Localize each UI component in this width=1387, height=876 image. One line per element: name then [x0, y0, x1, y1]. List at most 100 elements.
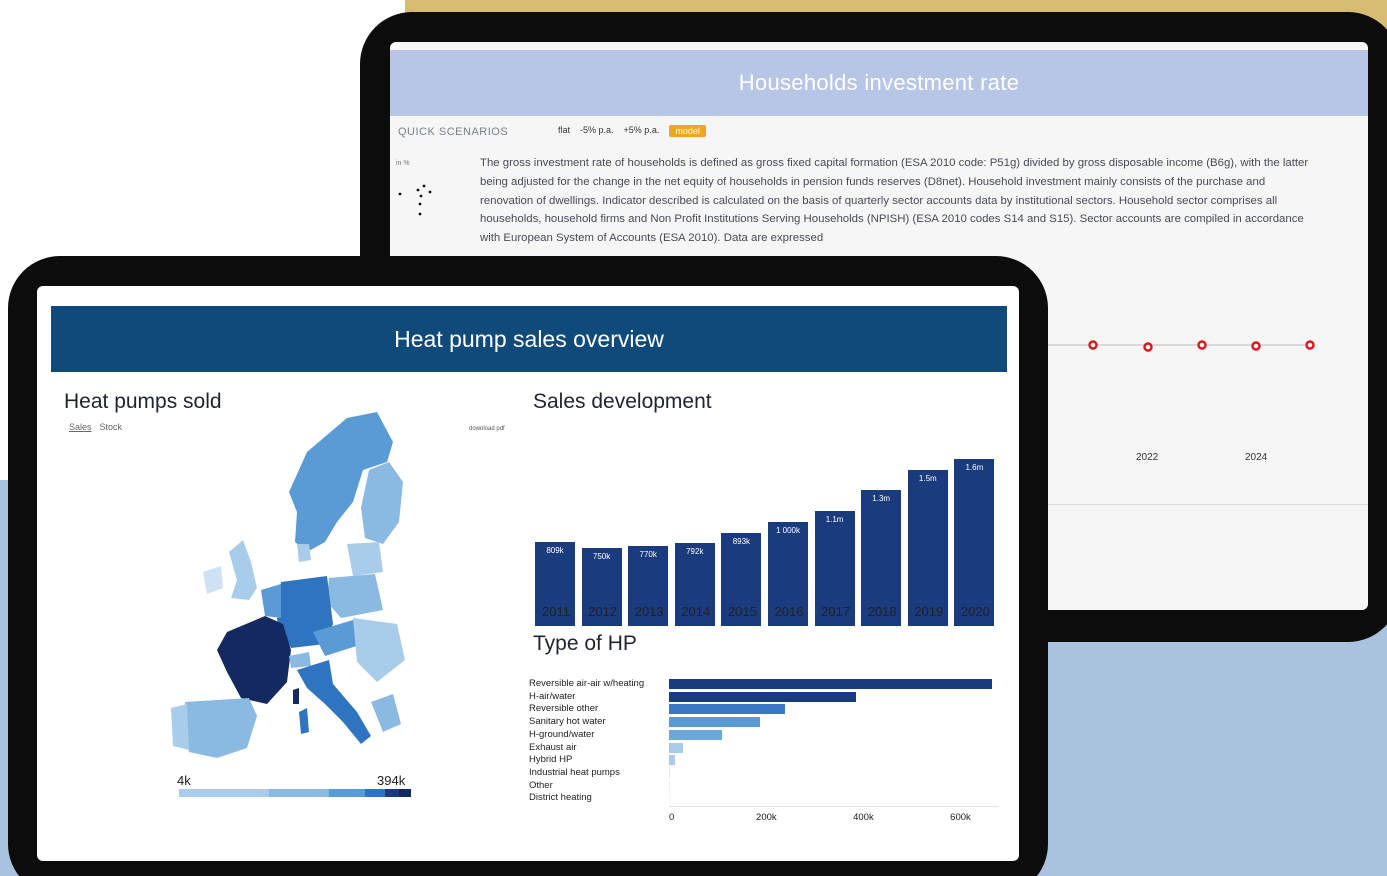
hp-type-bar[interactable] [669, 780, 670, 791]
hp-type-label: District heating [529, 792, 592, 804]
hp-x-tick-label: 400k [853, 812, 874, 823]
sales-year-label: 2020 [960, 604, 990, 619]
map-region-portugal [171, 704, 189, 750]
tab-sales[interactable]: Sales [69, 422, 92, 432]
sales-year-label: 2017 [821, 604, 851, 619]
sales-bar-value-label: 1.5m [918, 474, 937, 483]
sales-bar-value-label: 1.6m [965, 463, 984, 472]
hp-type-bar[interactable] [669, 679, 992, 689]
hp-type-label: Industrial heat pumps [529, 766, 620, 778]
map-region-spain [185, 698, 257, 758]
indicator-description: The gross investment rate of households … [480, 157, 1309, 245]
europe-choropleth-map[interactable] [157, 412, 417, 762]
line-point [1143, 342, 1153, 352]
sales-bar-value-label: 1.1m [825, 515, 844, 524]
sales-bar-value-label: 750k [592, 552, 611, 561]
legend-swatch [179, 789, 269, 797]
sales-bar-value-label: 809k [546, 546, 564, 555]
sales-bar-value-label: 770k [639, 550, 657, 559]
scenario-plus5-button[interactable]: +5% p.a. [624, 125, 660, 137]
hp-type-bar[interactable] [669, 742, 683, 753]
hp-x-tick-label: 0 [669, 812, 675, 823]
map-region-switzerland [289, 652, 311, 668]
hp-type-bar[interactable] [669, 691, 856, 702]
mini-chart-unit: in % [396, 160, 410, 167]
hp-type-label: Other [529, 779, 553, 791]
sales-bar[interactable]: 1.6m [954, 459, 995, 626]
line-point [1088, 340, 1098, 350]
scenario-model-button[interactable]: model [669, 125, 706, 137]
hp-type-bar[interactable] [669, 729, 722, 740]
axis-year-label: 2022 [1136, 452, 1159, 463]
hp-type-label: Reversible air-air w/heating [529, 678, 645, 689]
hp-type-chart-title: Type of HP [533, 632, 637, 655]
sales-year-label: 2012 [588, 604, 618, 619]
sales-year-label: 2013 [634, 604, 664, 619]
tablet-front-screen: Heat pump sales overview Heat pumps sold… [37, 286, 1019, 861]
download-pdf-link[interactable]: download pdf [469, 426, 505, 432]
map-region-baltics [347, 542, 383, 576]
hp-type-bar[interactable] [669, 767, 670, 778]
map-region-france [217, 616, 291, 704]
sales-year-label: 2014 [681, 604, 711, 619]
hp-type-x-axis [669, 806, 999, 807]
sales-bar-value-label: 792k [686, 547, 704, 556]
sales-year-label: 2019 [914, 604, 944, 619]
hp-type-bar[interactable] [669, 704, 785, 715]
hp-type-bar[interactable] [669, 755, 675, 766]
legend-swatch [365, 789, 385, 797]
map-tabs: Sales Stock [69, 422, 122, 432]
sales-chart-title: Sales development [533, 390, 712, 413]
map-region-netherlands-belgium [261, 584, 281, 618]
back-axis-rule [1030, 504, 1368, 505]
scenario-minus5-button[interactable]: -5% p.a. [580, 125, 614, 137]
investment-rate-line [1030, 340, 1315, 352]
map-region-poland [327, 574, 383, 618]
map-title: Heat pumps sold [64, 390, 222, 413]
hp-type-label: Hybrid HP [529, 754, 573, 766]
hp-type-bar[interactable] [669, 793, 670, 804]
back-x-axis: 2022 2024 [1030, 452, 1360, 482]
map-region-denmark [297, 544, 311, 562]
tab-stock[interactable]: Stock [100, 422, 123, 432]
legend-max-label: 394k [377, 773, 406, 788]
legend-swatch [329, 789, 365, 797]
sales-bar-chart: 809k 750k 770k 792k 893k 1 000k 1.1m 1.3m 1.5m 1.… [533, 426, 1003, 626]
sales-bar-value-label: 1 000k [775, 526, 801, 535]
legend-color-scale [179, 789, 411, 797]
hp-x-tick-label: 200k [756, 812, 777, 823]
sales-year-label: 2016 [774, 604, 804, 619]
legend-swatch [399, 789, 411, 797]
sales-bar-value-label: 1.3m [872, 494, 891, 503]
quick-scenarios-options: flat -5% p.a. +5% p.a. model [558, 125, 706, 137]
hp-type-label: Sanitary hot water [529, 716, 606, 728]
line-point [1197, 340, 1207, 350]
sales-year-label: 2011 [542, 604, 570, 619]
households-header: Households investment rate [390, 50, 1368, 116]
legend-swatch [385, 789, 399, 797]
map-region-uk [229, 540, 257, 600]
quick-scenarios-label: QUICK SCENARIOS [398, 126, 509, 138]
map-region-sardinia [299, 708, 309, 734]
sales-bar[interactable]: 1.5m [907, 470, 948, 626]
mini-scatter-icon [398, 184, 432, 216]
map-region-corsica [293, 688, 299, 704]
scenario-flat-button[interactable]: flat [558, 125, 570, 137]
hp-type-bar-chart [669, 678, 999, 808]
dashboard-header: Heat pump sales overview [51, 306, 1007, 372]
hp-type-label: Reversible other [529, 703, 599, 715]
map-region-ireland [203, 566, 223, 594]
legend-swatch [269, 789, 329, 797]
hp-type-label: H-ground/water [529, 728, 595, 740]
sales-year-label: 2018 [867, 604, 897, 619]
hp-type-bar[interactable] [669, 717, 760, 728]
sales-x-axis: 2011 2012 2013 2014 2015 2016 2017 2018 2019 2020 [533, 604, 1003, 622]
sales-bar-value-label: 893k [732, 537, 751, 546]
axis-year-label: 2024 [1245, 452, 1268, 463]
tablet-front: Heat pump sales overview Heat pumps sold… [8, 256, 1048, 876]
map-region-finland [361, 462, 403, 544]
legend-min-label: 4k [177, 773, 191, 788]
sales-year-label: 2015 [727, 604, 757, 619]
line-point [1305, 340, 1315, 350]
map-region-greece [371, 694, 401, 732]
